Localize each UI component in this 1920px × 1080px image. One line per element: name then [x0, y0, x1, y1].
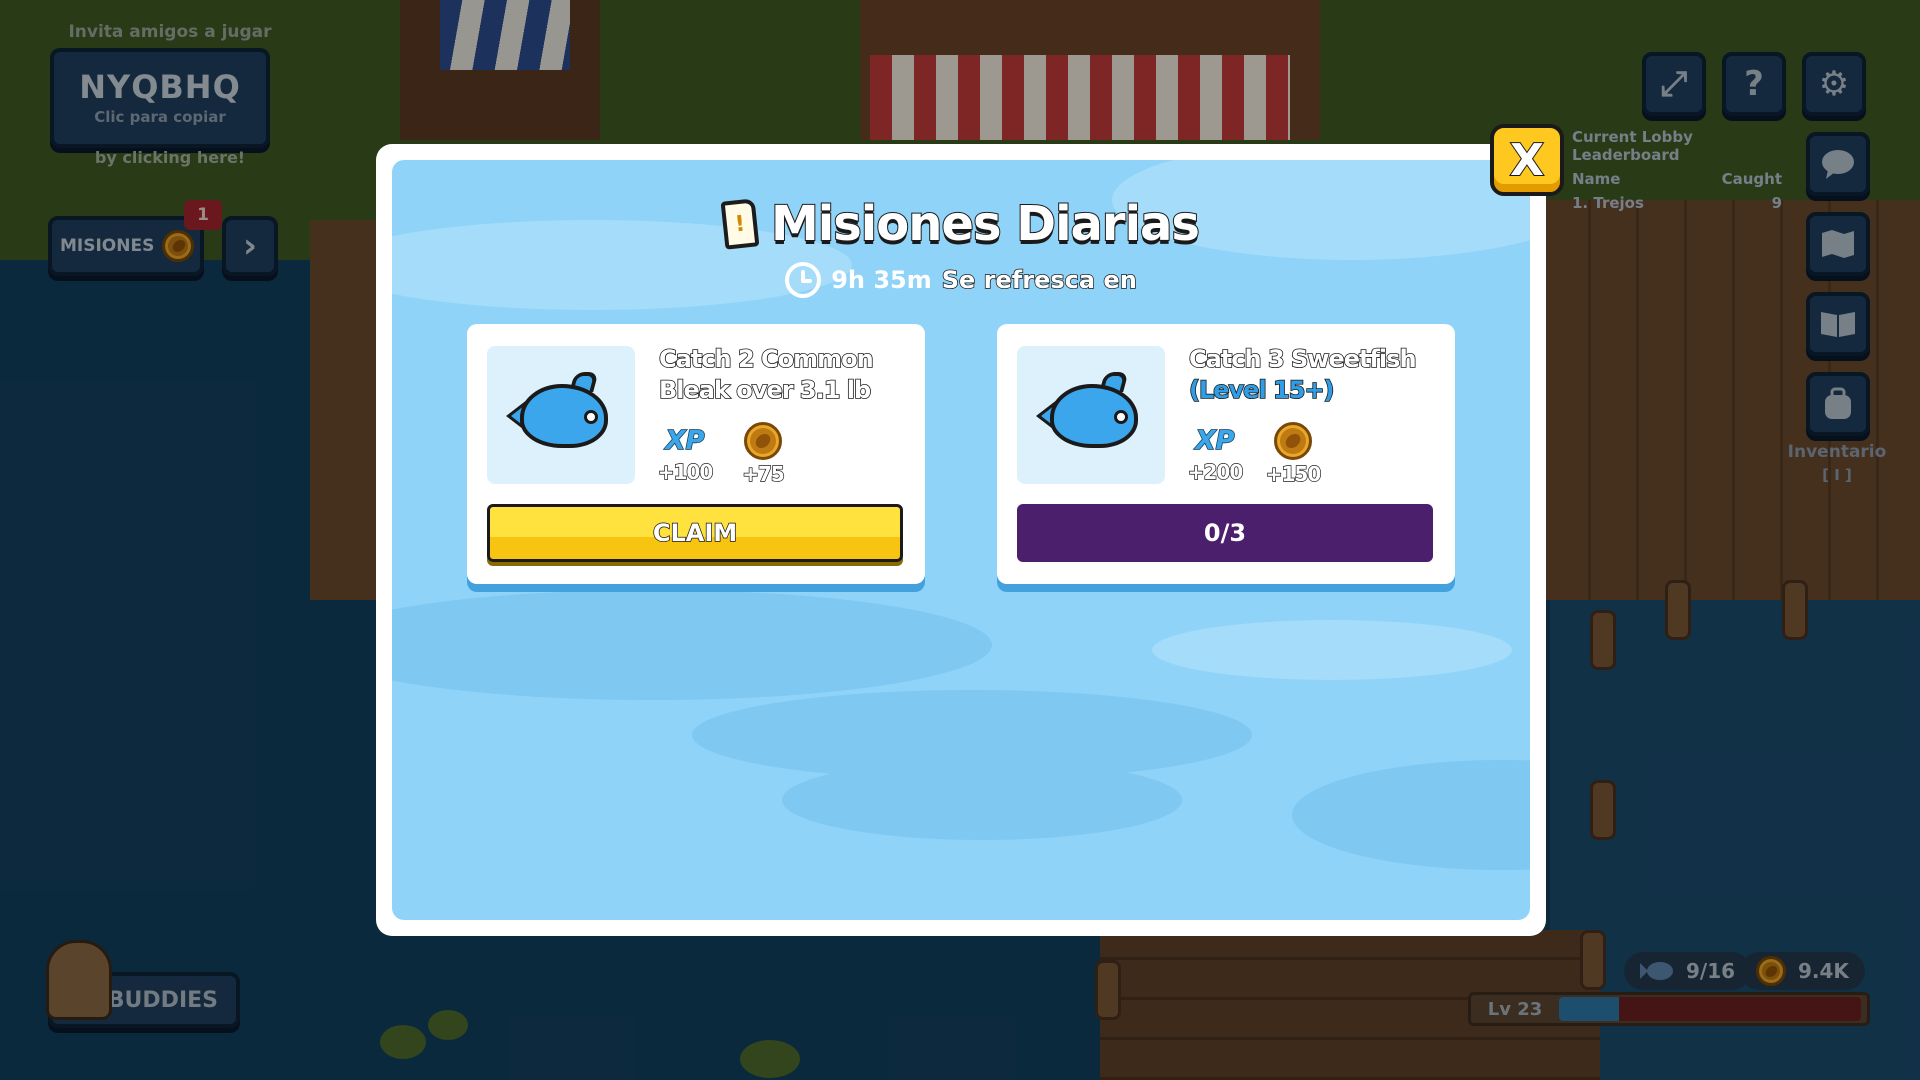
modal-header: ! Misiones Diarias — [392, 195, 1530, 253]
coin-icon — [1274, 422, 1312, 460]
water-swirl — [782, 760, 1182, 840]
mission-progress-bar: 0/3 — [1017, 504, 1433, 562]
daily-missions-modal: ! Misiones Diarias 9h 35m Se refresca en… — [376, 144, 1546, 936]
water-swirl — [1152, 620, 1512, 680]
coin-reward-value: +75 — [742, 461, 786, 486]
xp-reward: XP +100 — [655, 424, 715, 484]
clock-icon — [785, 262, 822, 298]
water-swirl — [392, 590, 992, 700]
mission-fish-thumbnail — [487, 346, 635, 484]
refresh-time: 9h 35m — [831, 266, 932, 294]
mission-fish-thumbnail — [1017, 346, 1165, 484]
mission-title: Catch 2 Common Bleak over 3.1 lb — [658, 344, 909, 406]
xp-reward-value: +100 — [657, 459, 714, 484]
close-button[interactable]: X — [1490, 124, 1564, 196]
mission-card: Catch 3 Sweetfish (Level 15+) XP +200 +1… — [997, 324, 1455, 584]
coin-reward: +75 — [733, 422, 793, 487]
fish-icon — [1036, 370, 1146, 460]
coin-icon — [744, 422, 782, 460]
claim-button[interactable]: CLAIM — [487, 504, 903, 562]
xp-reward-value: +200 — [1187, 459, 1244, 484]
fish-icon — [506, 370, 616, 460]
mission-title-line2: Bleak over 3.1 lb — [658, 375, 872, 405]
refresh-label: Se refresca en — [941, 265, 1138, 295]
xp-icon: XP — [1195, 425, 1236, 456]
mission-level-requirement: (Level 15+) — [1188, 375, 1335, 405]
xp-reward: XP +200 — [1185, 424, 1245, 484]
mission-card: Catch 2 Common Bleak over 3.1 lb XP +100… — [467, 324, 925, 584]
close-icon: X — [1509, 134, 1545, 187]
mission-title-line1: Catch 3 Sweetfish — [1188, 344, 1417, 374]
xp-icon: XP — [665, 425, 706, 456]
coin-reward: +150 — [1263, 422, 1323, 487]
water-swirl — [1292, 760, 1530, 870]
quest-scroll-icon: ! — [720, 198, 760, 250]
refresh-timer: 9h 35m Se refresca en — [392, 262, 1530, 298]
mission-title-line1: Catch 2 Common — [658, 344, 874, 374]
modal-content: ! Misiones Diarias 9h 35m Se refresca en… — [392, 160, 1530, 920]
mission-title: Catch 3 Sweetfish (Level 15+) — [1188, 344, 1439, 406]
coin-reward-value: +150 — [1265, 461, 1322, 486]
modal-title: Misiones Diarias — [770, 195, 1201, 253]
